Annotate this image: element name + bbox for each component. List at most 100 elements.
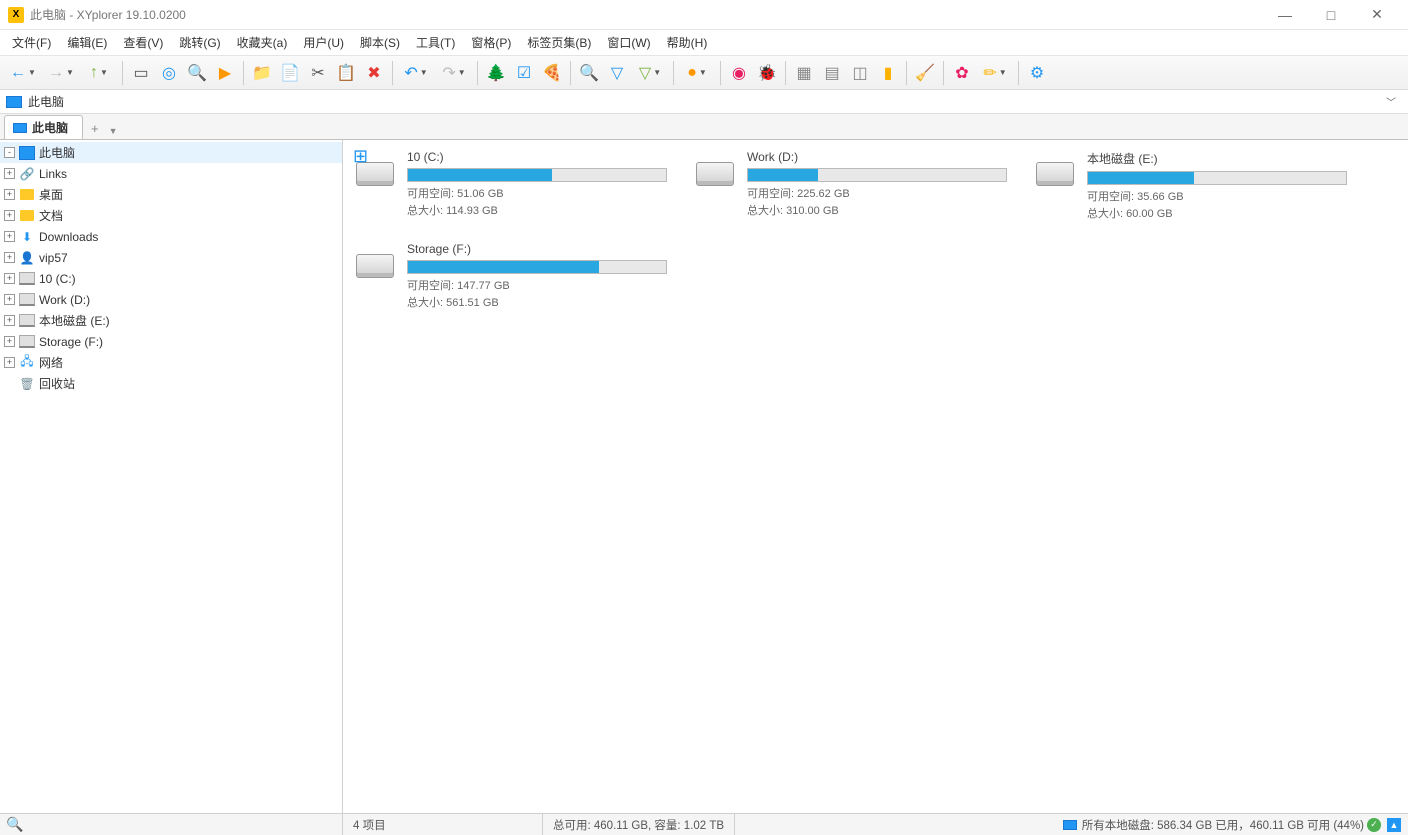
menu-item[interactable]: 查看(V) xyxy=(115,31,171,54)
minimize-button[interactable]: — xyxy=(1262,0,1308,30)
new-tab-button[interactable]: + xyxy=(85,118,105,139)
toolbar-button[interactable]: ▽▼ xyxy=(632,60,668,86)
expand-toggle[interactable]: + xyxy=(4,336,15,347)
toolbar-button[interactable]: ←▼ xyxy=(5,60,41,86)
menu-item[interactable]: 工具(T) xyxy=(408,31,463,54)
toolbar-button[interactable]: ▤ xyxy=(819,60,845,86)
menu-item[interactable]: 文件(F) xyxy=(4,31,59,54)
pc-icon xyxy=(19,146,35,160)
expand-toggle[interactable]: + xyxy=(4,252,15,263)
toolbar-button[interactable]: ▽ xyxy=(604,60,630,86)
toolbar-button[interactable]: 📁 xyxy=(249,60,275,86)
tree-item[interactable]: +⬇Downloads xyxy=(0,226,342,247)
search-icon[interactable]: 🔍 xyxy=(6,816,23,833)
tab-this-pc[interactable]: 此电脑 xyxy=(4,115,83,139)
tab-list-dropdown-icon[interactable]: ▼ xyxy=(105,123,122,139)
toolbar-button[interactable]: ▭ xyxy=(128,60,154,86)
toolbar-button[interactable]: 🍕 xyxy=(539,60,565,86)
toolbar-button[interactable]: 🧹 xyxy=(912,60,938,86)
menu-item[interactable]: 用户(U) xyxy=(295,31,352,54)
toolbar-button[interactable]: ✖ xyxy=(361,60,387,86)
menu-item[interactable]: 标签页集(B) xyxy=(519,31,599,54)
tree-item[interactable]: +桌面 xyxy=(0,184,342,205)
drive-item[interactable]: Work (D:)可用空间: 225.62 GB总大小: 310.00 GB xyxy=(691,150,971,222)
expand-toggle[interactable]: + xyxy=(4,231,15,242)
tree-item[interactable]: +Storage (F:) xyxy=(0,331,342,352)
toolbar-button[interactable]: 🔍 xyxy=(576,60,602,86)
expand-toggle[interactable]: + xyxy=(4,189,15,200)
content-pane[interactable]: 10 (C:)可用空间: 51.06 GB总大小: 114.93 GB Work … xyxy=(343,140,1408,813)
tab-label: 此电脑 xyxy=(32,119,68,136)
dropdown-icon[interactable]: ▼ xyxy=(66,68,74,77)
toolbar-icon: ✂ xyxy=(311,63,324,83)
toolbar-button[interactable]: →▼ xyxy=(43,60,79,86)
dropdown-icon[interactable]: ▼ xyxy=(653,68,661,77)
address-bar[interactable]: 此电脑 ﹀ xyxy=(0,90,1408,114)
toolbar-button[interactable]: ✿ xyxy=(949,60,975,86)
drive-free-space: 可用空间: 147.77 GB xyxy=(407,278,667,295)
dropdown-icon[interactable]: ▼ xyxy=(999,68,1007,77)
toolbar-button[interactable]: ●▼ xyxy=(679,60,715,86)
toolbar-button[interactable]: 🌲 xyxy=(483,60,509,86)
expand-toggle[interactable]: + xyxy=(4,294,15,305)
tree-item[interactable]: 🗑回收站 xyxy=(0,373,342,394)
toolbar-button[interactable]: ✂ xyxy=(305,60,331,86)
toolbar-icon: ▽ xyxy=(639,63,651,83)
toolbar-button[interactable]: ▦ xyxy=(791,60,817,86)
toolbar-button[interactable]: ☑ xyxy=(511,60,537,86)
toolbar-separator xyxy=(673,61,674,85)
tree-item[interactable]: + 本地磁盘 (E:) xyxy=(0,310,342,331)
toolbar-button[interactable]: 📄 xyxy=(277,60,303,86)
drive-free-space: 可用空间: 35.66 GB xyxy=(1087,189,1347,206)
menu-item[interactable]: 跳转(G) xyxy=(171,31,228,54)
menu-item[interactable]: 编辑(E) xyxy=(59,31,115,54)
address-dropdown-icon[interactable]: ﹀ xyxy=(1380,94,1402,109)
toolbar-button[interactable]: ✏▼ xyxy=(977,60,1013,86)
drive-name: Work (D:) xyxy=(747,150,1007,164)
toolbar-button[interactable]: ↶▼ xyxy=(398,60,434,86)
dropdown-icon[interactable]: ▼ xyxy=(420,68,428,77)
drive-item[interactable]: 10 (C:)可用空间: 51.06 GB总大小: 114.93 GB xyxy=(351,150,631,222)
toolbar-button[interactable]: 🐞 xyxy=(754,60,780,86)
menu-item[interactable]: 窗格(P) xyxy=(463,31,519,54)
dropdown-icon[interactable]: ▼ xyxy=(458,68,466,77)
dropdown-icon[interactable]: ▼ xyxy=(100,68,108,77)
toolbar-button[interactable]: ↷▼ xyxy=(436,60,472,86)
toolbar-button[interactable]: ◎ xyxy=(156,60,182,86)
maximize-button[interactable]: □ xyxy=(1308,0,1354,30)
expand-toggle[interactable]: - xyxy=(4,147,15,158)
close-button[interactable]: ✕ xyxy=(1354,0,1400,30)
toolbar-button[interactable]: 📋 xyxy=(333,60,359,86)
tree-item[interactable]: +Work (D:) xyxy=(0,289,342,310)
menu-item[interactable]: 脚本(S) xyxy=(352,31,408,54)
drive-item[interactable]: Storage (F:)可用空间: 147.77 GB总大小: 561.51 G… xyxy=(351,242,631,311)
status-ok-icon[interactable]: ✓ xyxy=(1367,818,1381,832)
expand-toggle[interactable]: + xyxy=(4,168,15,179)
tree-item[interactable]: +🔗Links xyxy=(0,163,342,184)
tree-item[interactable]: +文档 xyxy=(0,205,342,226)
toolbar-button[interactable]: 🔍 xyxy=(184,60,210,86)
toolbar-button[interactable]: ▮ xyxy=(875,60,901,86)
menu-item[interactable]: 帮助(H) xyxy=(659,31,716,54)
tree-item[interactable]: +👤vip57 xyxy=(0,247,342,268)
menu-item[interactable]: 窗口(W) xyxy=(599,31,658,54)
expand-toggle[interactable]: + xyxy=(4,315,15,326)
toolbar-button[interactable]: ↑▼ xyxy=(81,60,117,86)
expand-toggle[interactable]: + xyxy=(4,210,15,221)
tree-item[interactable]: +🖧网络 xyxy=(0,352,342,373)
drive-item[interactable]: 本地磁盘 (E:)可用空间: 35.66 GB总大小: 60.00 GB xyxy=(1031,150,1311,222)
toolbar-button[interactable]: ⚙ xyxy=(1024,60,1050,86)
tree-item-label: 本地磁盘 (E:) xyxy=(39,312,110,329)
toolbar-button[interactable]: ▶ xyxy=(212,60,238,86)
dropdown-icon[interactable]: ▼ xyxy=(28,68,36,77)
menu-item[interactable]: 收藏夹(a) xyxy=(229,31,296,54)
folder-tree[interactable]: -此电脑+🔗Links+桌面+文档+⬇Downloads+👤vip57+10 (… xyxy=(0,140,343,813)
status-up-icon[interactable]: ▲ xyxy=(1387,818,1401,832)
expand-toggle[interactable]: + xyxy=(4,273,15,284)
tree-item[interactable]: -此电脑 xyxy=(0,142,342,163)
expand-toggle[interactable]: + xyxy=(4,357,15,368)
toolbar-button[interactable]: ◫ xyxy=(847,60,873,86)
toolbar-button[interactable]: ◉ xyxy=(726,60,752,86)
dropdown-icon[interactable]: ▼ xyxy=(699,68,707,77)
tree-item[interactable]: +10 (C:) xyxy=(0,268,342,289)
